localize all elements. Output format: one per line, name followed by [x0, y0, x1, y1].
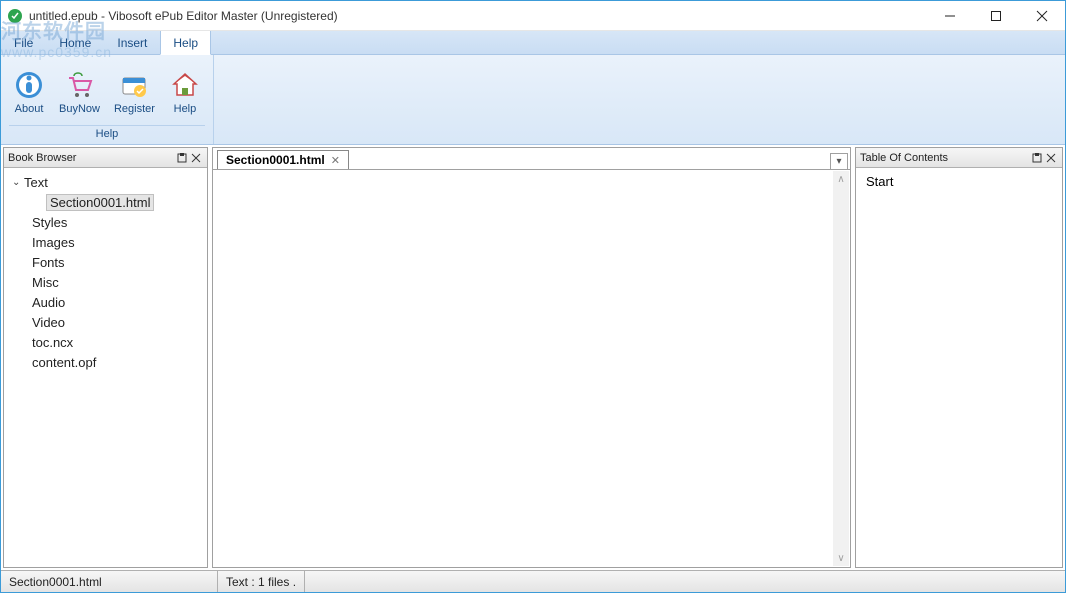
file-tree: ⌄ Text Section0001.html Styles Images Fo…	[4, 168, 207, 376]
buynow-button[interactable]: BuyNow	[55, 59, 104, 125]
close-tab-icon[interactable]: ✕	[331, 154, 340, 167]
tree-fonts-folder[interactable]: Fonts	[6, 252, 205, 272]
close-panel-icon[interactable]	[1044, 151, 1058, 165]
tree-video-folder[interactable]: Video	[6, 312, 205, 332]
maximize-button[interactable]	[973, 1, 1019, 30]
tab-list-dropdown-icon[interactable]: ▾	[830, 153, 848, 169]
menubar: File Home Insert Help	[1, 31, 1065, 55]
tree-styles-folder[interactable]: Styles	[6, 212, 205, 232]
toc-list: Start	[856, 168, 1062, 195]
window-controls	[927, 1, 1065, 30]
toc-title: Table Of Contents	[860, 152, 948, 164]
chevron-down-icon: ⌄	[12, 177, 24, 188]
buynow-label: BuyNow	[59, 103, 100, 115]
menu-insert[interactable]: Insert	[104, 31, 160, 54]
tree-text-folder[interactable]: ⌄ Text	[6, 172, 205, 192]
menu-file[interactable]: File	[1, 31, 46, 54]
scroll-up-icon[interactable]: ∧	[833, 171, 849, 187]
status-current-file: Section0001.html	[1, 571, 218, 592]
app-icon	[7, 8, 23, 24]
book-browser-title: Book Browser	[8, 152, 76, 164]
help-button[interactable]: Help	[165, 59, 205, 125]
editor-tab-strip: Section0001.html ✕ ▾	[212, 147, 851, 169]
tree-section-file[interactable]: Section0001.html	[6, 192, 205, 212]
register-icon	[118, 69, 150, 101]
tree-misc-folder[interactable]: Misc	[6, 272, 205, 292]
scroll-down-icon[interactable]: ∨	[833, 550, 849, 566]
tab-section0001[interactable]: Section0001.html ✕	[217, 150, 349, 169]
float-panel-icon[interactable]	[1030, 151, 1044, 165]
info-icon	[13, 69, 45, 101]
toc-panel: Table Of Contents Start	[855, 147, 1063, 568]
window-title: untitled.epub - Vibosoft ePub Editor Mas…	[29, 9, 338, 23]
book-browser-header: Book Browser	[4, 148, 207, 168]
titlebar: untitled.epub - Vibosoft ePub Editor Mas…	[1, 1, 1065, 31]
status-file-count: Text : 1 files .	[218, 571, 305, 592]
toc-body: Start	[856, 168, 1062, 567]
tree-tocncx-file[interactable]: toc.ncx	[6, 332, 205, 352]
about-button[interactable]: About	[9, 59, 49, 125]
menu-help[interactable]: Help	[160, 31, 211, 55]
menu-home[interactable]: Home	[46, 31, 104, 54]
book-browser-body: ⌄ Text Section0001.html Styles Images Fo…	[4, 168, 207, 567]
app-window: 河东软件园 www.pc0359.cn untitled.epub - Vibo…	[0, 0, 1066, 593]
ribbon-group-help: About BuyNow Register	[1, 55, 214, 144]
editor-panel: Section0001.html ✕ ▾ ∧ ∨	[212, 147, 851, 568]
toc-header: Table Of Contents	[856, 148, 1062, 168]
tree-audio-folder[interactable]: Audio	[6, 292, 205, 312]
register-label: Register	[114, 103, 155, 115]
help-label: Help	[174, 103, 197, 115]
main-body: Book Browser ⌄ Text Section0001.html	[1, 145, 1065, 570]
tree-images-folder[interactable]: Images	[6, 232, 205, 252]
book-browser-panel: Book Browser ⌄ Text Section0001.html	[3, 147, 208, 568]
tree-contentopf-file[interactable]: content.opf	[6, 352, 205, 372]
vertical-scrollbar[interactable]: ∧ ∨	[833, 171, 849, 566]
about-label: About	[15, 103, 44, 115]
cart-icon	[63, 69, 95, 101]
close-panel-icon[interactable]	[189, 151, 203, 165]
ribbon-group-label: Help	[9, 125, 205, 140]
close-button[interactable]	[1019, 1, 1065, 30]
toc-item-start[interactable]: Start	[866, 174, 1052, 189]
ribbon: About BuyNow Register	[1, 55, 1065, 145]
home-help-icon	[169, 69, 201, 101]
editor-content[interactable]: ∧ ∨	[212, 169, 851, 568]
minimize-button[interactable]	[927, 1, 973, 30]
float-panel-icon[interactable]	[175, 151, 189, 165]
register-button[interactable]: Register	[110, 59, 159, 125]
tab-label: Section0001.html	[226, 153, 325, 167]
statusbar: Section0001.html Text : 1 files .	[1, 570, 1065, 592]
